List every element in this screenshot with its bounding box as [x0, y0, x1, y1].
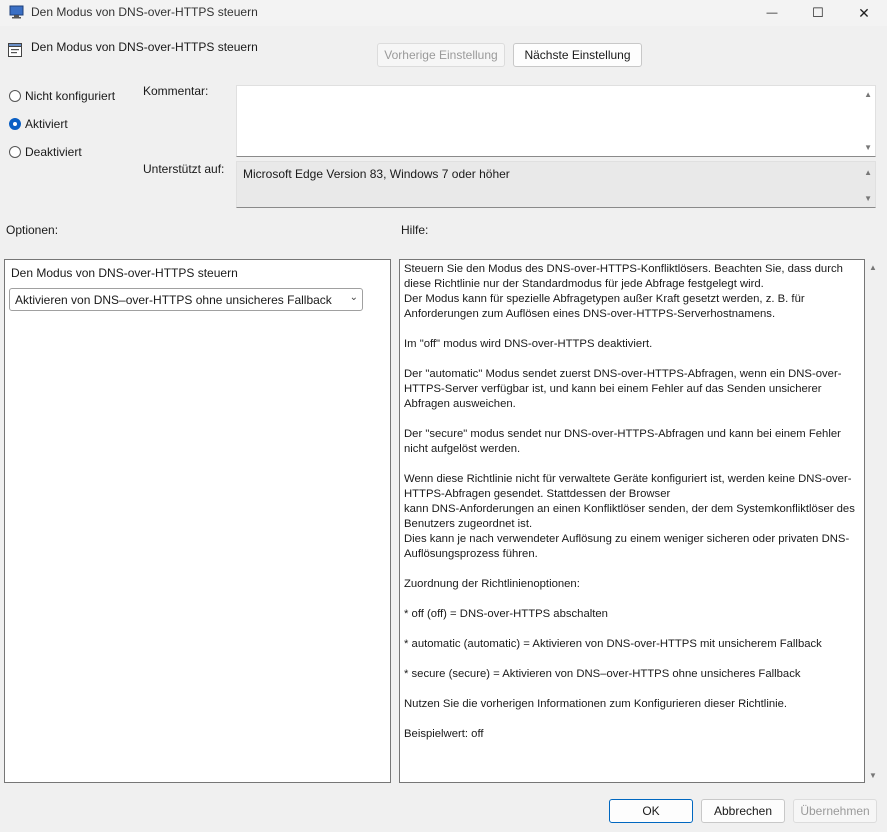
- title-bar: Den Modus von DNS-over-HTTPS steuern — ☐…: [0, 0, 887, 26]
- radio-label: Aktiviert: [25, 117, 68, 131]
- options-heading: Optionen:: [6, 223, 59, 237]
- apply-button[interactable]: Übernehmen: [793, 799, 877, 823]
- maximize-button[interactable]: ☐: [795, 0, 841, 26]
- scroll-down-icon[interactable]: ▼: [864, 194, 872, 203]
- close-button[interactable]: ✕: [841, 0, 887, 26]
- window-title: Den Modus von DNS-over-HTTPS steuern: [31, 5, 258, 19]
- help-paragraph: * automatic (automatic) = Aktivieren von…: [404, 638, 822, 650]
- scroll-down-icon[interactable]: ▼: [864, 143, 872, 152]
- radio-indicator[interactable]: [9, 90, 21, 102]
- help-paragraph: Der "automatic" Modus sendet zuerst DNS-…: [404, 368, 842, 410]
- cancel-button[interactable]: Abbrechen: [701, 799, 785, 823]
- radio-label: Deaktiviert: [25, 145, 82, 159]
- help-panel: Steuern Sie den Modus des DNS-over-HTTPS…: [399, 259, 865, 783]
- help-paragraph: * off (off) = DNS-over-HTTPS abschalten: [404, 608, 608, 620]
- comment-label: Kommentar:: [143, 84, 209, 98]
- help-paragraph: Zuordnung der Richtlinienoptionen:: [404, 578, 580, 590]
- mode-selected-value: Aktivieren von DNS–over-HTTPS ohne unsic…: [15, 293, 332, 307]
- chevron-down-icon: ⌄: [349, 292, 358, 303]
- help-paragraph: Beispielwert: off: [404, 728, 484, 740]
- scroll-up-icon[interactable]: ▲: [864, 168, 872, 177]
- close-icon: ✕: [858, 4, 870, 21]
- help-paragraph: Nutzen Sie die vorherigen Informationen …: [404, 698, 788, 710]
- app-icon: [9, 5, 24, 19]
- radio-indicator[interactable]: [9, 146, 21, 158]
- ok-button[interactable]: OK: [609, 799, 693, 823]
- previous-setting-button[interactable]: Vorherige Einstellung: [377, 43, 505, 67]
- maximize-icon: ☐: [812, 5, 824, 20]
- scroll-up-icon[interactable]: ▲: [864, 90, 872, 99]
- scroll-up-icon[interactable]: ▲: [869, 263, 877, 272]
- radio-disabled[interactable]: Deaktiviert: [9, 145, 82, 159]
- scroll-down-icon[interactable]: ▼: [869, 771, 877, 780]
- help-paragraph: Im "off" modus wird DNS-over-HTTPS deakt…: [404, 338, 653, 350]
- options-panel: Den Modus von DNS-over-HTTPS steuern Akt…: [4, 259, 391, 783]
- comment-input[interactable]: ▲ ▼: [236, 85, 876, 157]
- radio-indicator[interactable]: [9, 118, 21, 130]
- help-paragraph: Wenn diese Richtlinie nicht für verwalte…: [404, 473, 855, 560]
- help-paragraph: Steuern Sie den Modus des DNS-over-HTTPS…: [404, 263, 843, 320]
- radio-label: Nicht konfiguriert: [25, 89, 116, 103]
- help-paragraph: * secure (secure) = Aktivieren von DNS–o…: [404, 668, 801, 680]
- next-setting-button[interactable]: Nächste Einstellung: [513, 43, 642, 67]
- minimize-button[interactable]: —: [749, 0, 795, 26]
- help-text: Steuern Sie den Modus des DNS-over-HTTPS…: [404, 262, 862, 757]
- policy-icon: [8, 43, 22, 57]
- supported-value: Microsoft Edge Version 83, Windows 7 ode…: [243, 167, 510, 181]
- supported-field: Microsoft Edge Version 83, Windows 7 ode…: [236, 161, 876, 208]
- policy-name: Den Modus von DNS-over-HTTPS steuern: [31, 40, 258, 54]
- mode-field-label: Den Modus von DNS-over-HTTPS steuern: [11, 266, 238, 280]
- supported-label: Unterstützt auf:: [143, 162, 225, 176]
- help-heading: Hilfe:: [401, 223, 429, 237]
- mode-dropdown[interactable]: Aktivieren von DNS–over-HTTPS ohne unsic…: [9, 288, 363, 311]
- radio-enabled[interactable]: Aktiviert: [9, 117, 68, 131]
- minimize-icon: —: [766, 7, 778, 19]
- help-paragraph: Der "secure" modus sendet nur DNS-over-H…: [404, 428, 841, 455]
- radio-not-configured[interactable]: Nicht konfiguriert: [9, 89, 115, 103]
